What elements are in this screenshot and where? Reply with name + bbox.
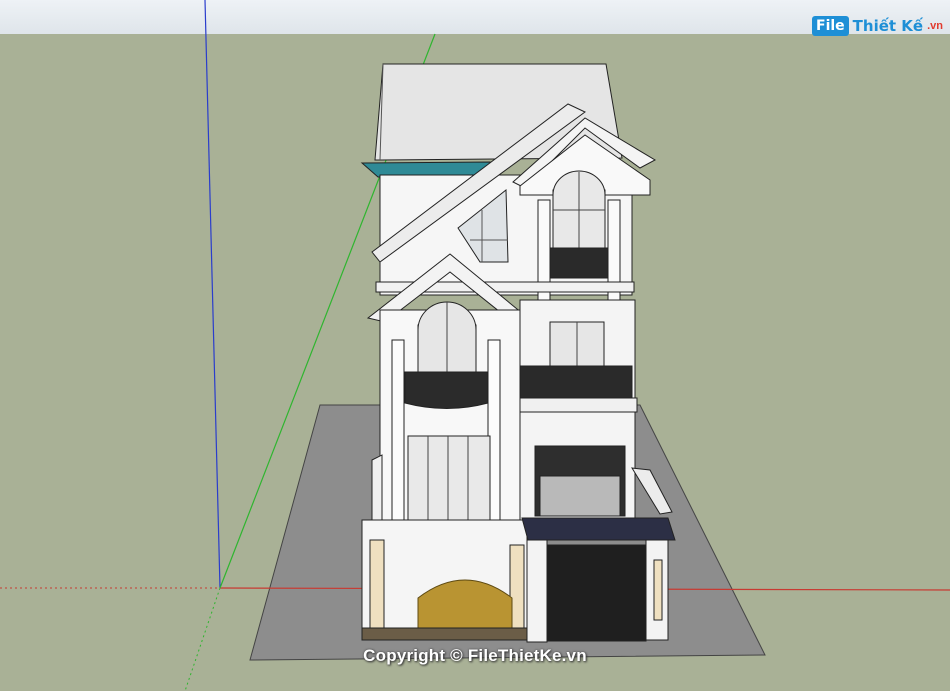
- side-fence: [371, 454, 383, 529]
- logo-name: Thiết Kế: [852, 17, 924, 35]
- brand-logo[interactable]: File Thiết Kế .vn: [812, 12, 943, 40]
- ground-floor-doors: [407, 435, 491, 527]
- copyright-watermark: Copyright © FileThietKe.vn: [363, 646, 587, 665]
- gate-canopy: [521, 517, 676, 541]
- sketchup-viewport[interactable]: File Thiết Kế .vn Copyright © FileThietK…: [0, 0, 950, 691]
- axis-green-dashed: [184, 587, 221, 691]
- house-model[interactable]: [360, 63, 676, 643]
- logo-badge: File: [812, 16, 849, 36]
- logo-tld: .vn: [927, 20, 943, 32]
- stone-base: [361, 627, 528, 641]
- front-balcony: [404, 371, 489, 409]
- axis-blue: [204, 0, 221, 589]
- model-canvas[interactable]: [0, 0, 950, 691]
- right-balcony: [519, 365, 633, 401]
- upper-balcony-rail: [549, 247, 609, 279]
- iron-gate: [545, 544, 647, 642]
